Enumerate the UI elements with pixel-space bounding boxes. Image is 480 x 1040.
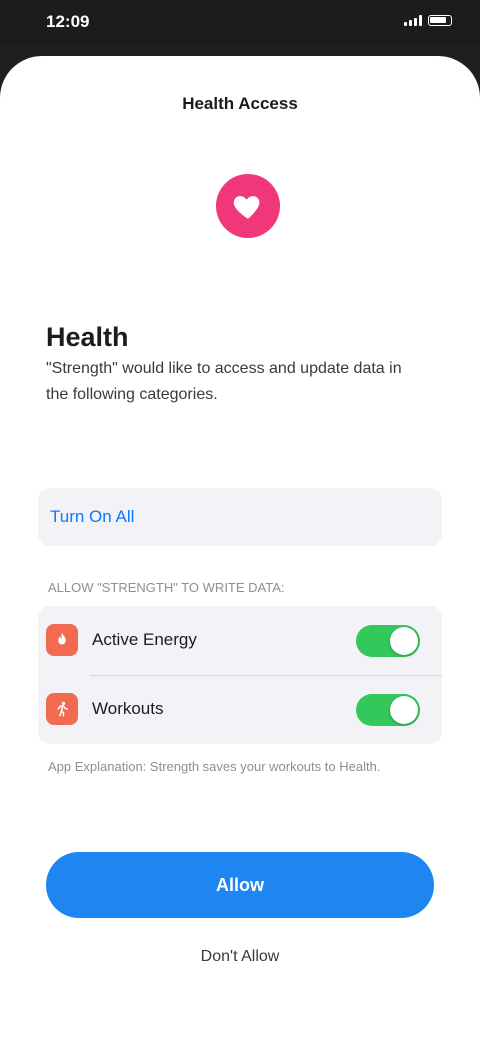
permission-label-workouts: Workouts — [92, 699, 164, 718]
app-explanation-note: App Explanation: Strength saves your wor… — [48, 759, 381, 774]
status-indicators — [404, 15, 452, 26]
flame-glyph — [58, 632, 66, 645]
health-description: "Strength" would like to access and upda… — [46, 360, 402, 403]
sheet-title: Health Access — [182, 94, 298, 113]
write-data-section-header: ALLOW "STRENGTH" TO WRITE DATA: — [48, 580, 285, 595]
permission-label-active-energy: Active Energy — [92, 630, 197, 649]
heart-icon — [216, 174, 280, 238]
toggle-knob — [390, 627, 418, 655]
figure-run-icon — [46, 693, 78, 725]
toggle-knob — [390, 696, 418, 724]
flame-icon — [46, 624, 78, 656]
signal-icon — [404, 15, 422, 26]
active-energy-toggle[interactable] — [356, 625, 420, 657]
status-time: 12:09 — [46, 12, 90, 31]
turn-on-all-button[interactable]: Turn On All — [38, 488, 442, 546]
allow-button[interactable]: Allow — [46, 852, 434, 918]
battery-icon — [428, 15, 452, 26]
permissions-list: Active Energy Workouts — [38, 606, 442, 744]
turn-on-all-label: Turn On All — [50, 507, 135, 526]
permission-row-workouts: Workouts — [38, 675, 442, 744]
health-heading: Health — [46, 322, 129, 352]
permission-row-active-energy: Active Energy — [38, 606, 442, 675]
workouts-toggle[interactable] — [356, 694, 420, 726]
heart-glyph — [233, 196, 260, 219]
figure-run-glyph — [57, 701, 68, 717]
dont-allow-button[interactable]: Don't Allow — [0, 948, 480, 966]
status-bar: 12:09 — [0, 0, 480, 46]
